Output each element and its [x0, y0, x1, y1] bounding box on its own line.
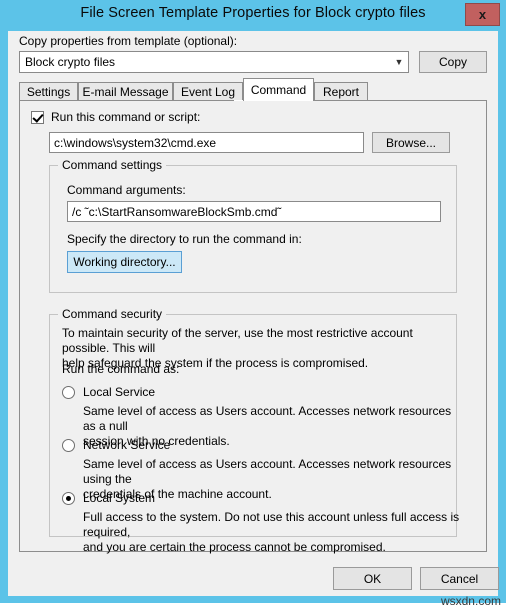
working-directory-label: Specify the directory to run the command… — [67, 232, 302, 246]
radio-network-service[interactable]: Network Service — [62, 438, 170, 452]
tab-strip: Settings E-mail Message Event Log Comman… — [19, 78, 487, 101]
radio-local-service-label: Local Service — [83, 385, 156, 399]
run-command-checkbox[interactable]: Run this command or script: — [31, 110, 200, 124]
command-arguments-value: /c ˜c:\StartRansomwareBlockSmb.cmd˜ — [72, 204, 282, 219]
command-tab-panel: Run this command or script: c:\windows\s… — [19, 100, 487, 554]
tab-report[interactable]: Report — [314, 82, 368, 101]
close-button[interactable]: x — [465, 3, 500, 26]
radio-indicator — [62, 385, 75, 399]
command-security-group: Command security To maintain security of… — [49, 307, 459, 554]
tab-event-log[interactable]: Event Log — [173, 82, 243, 101]
browse-button[interactable]: Browse... — [372, 132, 450, 153]
dialog-window: File Screen Template Properties for Bloc… — [0, 0, 506, 609]
command-settings-group-title: Command settings — [58, 158, 167, 172]
radio-local-system-description: Full access to the system. Do not use th… — [83, 510, 460, 554]
command-arguments-label: Command arguments: — [67, 183, 186, 197]
command-settings-group: Command settings Command arguments: /c ˜… — [49, 158, 457, 293]
copy-button[interactable]: Copy — [419, 51, 487, 73]
radio-local-service[interactable]: Local Service — [62, 385, 155, 399]
cancel-button[interactable]: Cancel — [420, 567, 499, 590]
close-icon: x — [478, 7, 487, 22]
window-title: File Screen Template Properties for Bloc… — [80, 5, 426, 21]
tab-settings[interactable]: Settings — [19, 82, 78, 101]
radio-local-system-label: Local System — [83, 491, 156, 505]
ok-button[interactable]: OK — [333, 567, 412, 590]
command-security-group-title: Command security — [58, 307, 167, 321]
command-path-value: c:\windows\system32\cmd.exe — [54, 135, 217, 150]
radio-local-system[interactable]: Local System — [62, 491, 155, 505]
dialog-client-area: Copy properties from template (optional)… — [8, 31, 499, 596]
radio-indicator-selected — [62, 491, 75, 505]
run-as-label: Run the command as: — [62, 362, 180, 376]
radio-network-service-label: Network Service — [83, 438, 171, 452]
copy-template-label: Copy properties from template (optional)… — [19, 34, 238, 48]
command-path-input[interactable]: c:\windows\system32\cmd.exe — [49, 132, 364, 153]
working-directory-button[interactable]: Working directory... — [67, 251, 182, 273]
title-bar: File Screen Template Properties for Bloc… — [0, 0, 506, 31]
radio-indicator — [62, 438, 75, 452]
template-dropdown-value: Block crypto files — [25, 55, 116, 69]
tab-email-message[interactable]: E-mail Message — [78, 82, 173, 101]
chevron-down-icon: ▼ — [394, 57, 404, 67]
checkbox-indicator — [31, 110, 44, 124]
tab-command[interactable]: Command — [243, 78, 314, 101]
command-arguments-input[interactable]: /c ˜c:\StartRansomwareBlockSmb.cmd˜ — [67, 201, 441, 222]
window-frame: File Screen Template Properties for Bloc… — [0, 0, 506, 603]
watermark: wsxdn.com — [440, 594, 501, 608]
run-command-checkbox-label: Run this command or script: — [51, 110, 201, 124]
template-dropdown[interactable]: Block crypto files ▼ — [19, 51, 409, 73]
